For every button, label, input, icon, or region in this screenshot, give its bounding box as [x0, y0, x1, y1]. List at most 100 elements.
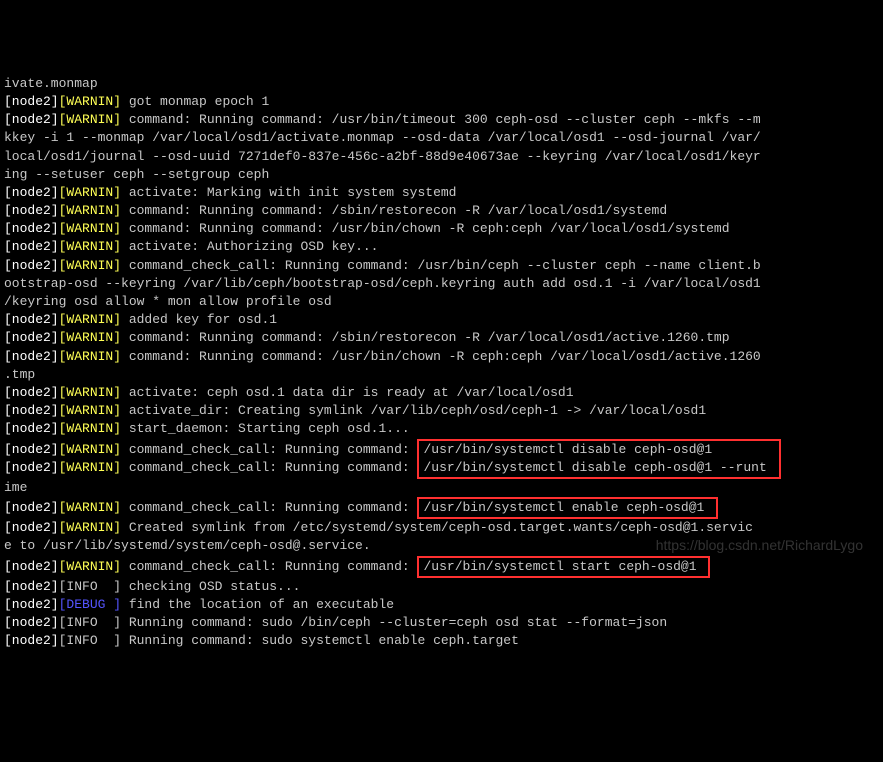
terminal-text: added key for osd.1 — [121, 312, 277, 327]
terminal-line: [node2][WARNIN] command: Running command… — [4, 329, 879, 347]
terminal-line: [node2][WARNIN] Created symlink from /et… — [4, 519, 879, 537]
terminal-text: [node2] — [4, 615, 59, 630]
terminal-text: [node2] — [4, 112, 59, 127]
terminal-text: [INFO ] — [59, 579, 121, 594]
terminal-text: [WARNIN] — [59, 239, 121, 254]
terminal-line: ing --setuser ceph --setgroup ceph — [4, 166, 879, 184]
terminal-text: [WARNIN] — [59, 559, 121, 574]
terminal-text: [WARNIN] — [59, 221, 121, 236]
terminal-line: [node2][WARNIN] command: Running command… — [4, 202, 879, 220]
terminal-text: [DEBUG ] — [59, 597, 121, 612]
terminal-line: [node2][WARNIN] activate: Authorizing OS… — [4, 238, 879, 256]
terminal-text: command_check_call: Running command: — [121, 559, 417, 574]
terminal-text: [node2] — [4, 520, 59, 535]
terminal-line: [node2][WARNIN] activate: ceph osd.1 dat… — [4, 384, 879, 402]
terminal-text: command: Running command: /usr/bin/chown… — [121, 349, 761, 364]
terminal-text: [node2] — [4, 312, 59, 327]
terminal-text: [node2] — [4, 460, 59, 475]
terminal-text: [node2] — [4, 633, 59, 648]
terminal-text: [WARNIN] — [59, 330, 121, 345]
terminal-text: [node2] — [4, 349, 59, 364]
terminal-text: .tmp — [4, 367, 35, 382]
terminal-text: [INFO ] — [59, 615, 121, 630]
terminal-text: activate: Marking with init system syste… — [121, 185, 456, 200]
terminal-text: [node2] — [4, 421, 59, 436]
terminal-text: [node2] — [4, 94, 59, 109]
terminal-text: [node2] — [4, 330, 59, 345]
terminal-text: /keyring osd allow * mon allow profile o… — [4, 294, 332, 309]
terminal-line: e to /usr/lib/systemd/system/ceph-osd@.s… — [4, 537, 879, 555]
terminal-text: [WARNIN] — [59, 203, 121, 218]
terminal-text: command: Running command: /usr/bin/timeo… — [121, 112, 761, 127]
terminal-text: /usr/bin/systemctl disable ceph-osd@1 — [417, 439, 780, 459]
terminal-text: [node2] — [4, 185, 59, 200]
terminal-line: ime — [4, 479, 879, 497]
terminal-line: [node2][WARNIN] activate_dir: Creating s… — [4, 402, 879, 420]
terminal-text: [node2] — [4, 221, 59, 236]
terminal-text: [node2] — [4, 239, 59, 254]
terminal-text: [WARNIN] — [59, 500, 121, 515]
terminal-text: ime — [4, 480, 27, 495]
terminal-text: Running command: sudo /bin/ceph --cluste… — [121, 615, 667, 630]
terminal-line: ootstrap-osd --keyring /var/lib/ceph/boo… — [4, 275, 879, 293]
terminal-text: command: Running command: /sbin/restorec… — [121, 203, 667, 218]
terminal-text: [WARNIN] — [59, 460, 121, 475]
terminal-text: kkey -i 1 --monmap /var/local/osd1/activ… — [4, 130, 761, 145]
terminal-text: [node2] — [4, 442, 59, 457]
terminal-text: start_daemon: Starting ceph osd.1... — [121, 421, 410, 436]
terminal-text: [node2] — [4, 597, 59, 612]
terminal-text: /usr/bin/systemctl disable ceph-osd@1 --… — [417, 459, 780, 479]
terminal-text: [node2] — [4, 500, 59, 515]
terminal-text: /usr/bin/systemctl enable ceph-osd@1 — [417, 497, 718, 519]
terminal-text: command_check_call: Running command: — [121, 460, 417, 475]
terminal-text: [node2] — [4, 258, 59, 273]
terminal-text: command: Running command: /sbin/restorec… — [121, 330, 730, 345]
terminal-line: [node2][WARNIN] command_check_call: Runn… — [4, 556, 879, 578]
terminal-line: [node2][WARNIN] added key for osd.1 — [4, 311, 879, 329]
terminal-text: [node2] — [4, 385, 59, 400]
terminal-line: [node2][WARNIN] command: Running command… — [4, 220, 879, 238]
terminal-text: [WARNIN] — [59, 520, 121, 535]
terminal-text: [WARNIN] — [59, 312, 121, 327]
terminal-text: activate: Authorizing OSD key... — [121, 239, 378, 254]
terminal-line: local/osd1/journal --osd-uuid 7271def0-8… — [4, 148, 879, 166]
terminal-line: [node2][INFO ] Running command: sudo sys… — [4, 632, 879, 650]
terminal-line: [node2][WARNIN] command: Running command… — [4, 111, 879, 129]
terminal-text: [WARNIN] — [59, 442, 121, 457]
terminal-line: [node2][INFO ] Running command: sudo /bi… — [4, 614, 879, 632]
terminal-text: command_check_call: Running command: — [121, 500, 417, 515]
terminal-output: ivate.monmap[node2][WARNIN] got monmap e… — [4, 75, 879, 651]
terminal-text: Running command: sudo systemctl enable c… — [121, 633, 519, 648]
terminal-line: [node2][WARNIN] command: Running command… — [4, 348, 879, 366]
terminal-text: Created symlink from /etc/systemd/system… — [121, 520, 753, 535]
terminal-text: ing --setuser ceph --setgroup ceph — [4, 167, 269, 182]
terminal-text: [WARNIN] — [59, 94, 121, 109]
terminal-line: [node2][INFO ] checking OSD status... — [4, 578, 879, 596]
terminal-text: got monmap epoch 1 — [121, 94, 269, 109]
terminal-text: command_check_call: Running command: /us… — [121, 258, 761, 273]
terminal-line: ivate.monmap — [4, 75, 879, 93]
terminal-text: [node2] — [4, 559, 59, 574]
terminal-line: /keyring osd allow * mon allow profile o… — [4, 293, 879, 311]
terminal-text: activate_dir: Creating symlink /var/lib/… — [121, 403, 706, 418]
terminal-text: [WARNIN] — [59, 385, 121, 400]
terminal-text: [WARNIN] — [59, 112, 121, 127]
terminal-text: command_check_call: Running command: — [121, 442, 417, 457]
terminal-text: [WARNIN] — [59, 403, 121, 418]
terminal-text: find the location of an executable — [121, 597, 394, 612]
terminal-text: command: Running command: /usr/bin/chown… — [121, 221, 730, 236]
terminal-text: [node2] — [4, 203, 59, 218]
terminal-text: [WARNIN] — [59, 421, 121, 436]
terminal-line: [node2][WARNIN] command_check_call: Runn… — [4, 459, 879, 479]
terminal-text: /usr/bin/systemctl start ceph-osd@1 — [417, 556, 710, 578]
terminal-line: [node2][WARNIN] command_check_call: Runn… — [4, 257, 879, 275]
terminal-text: e to /usr/lib/systemd/system/ceph-osd@.s… — [4, 538, 371, 553]
terminal-line: [node2][WARNIN] got monmap epoch 1 — [4, 93, 879, 111]
terminal-line: [node2][WARNIN] command_check_call: Runn… — [4, 439, 879, 459]
terminal-text: ivate.monmap — [4, 76, 98, 91]
terminal-text: [WARNIN] — [59, 185, 121, 200]
terminal-line: [node2][DEBUG ] find the location of an … — [4, 596, 879, 614]
terminal-text: [node2] — [4, 403, 59, 418]
terminal-text: checking OSD status... — [121, 579, 300, 594]
terminal-line: kkey -i 1 --monmap /var/local/osd1/activ… — [4, 129, 879, 147]
